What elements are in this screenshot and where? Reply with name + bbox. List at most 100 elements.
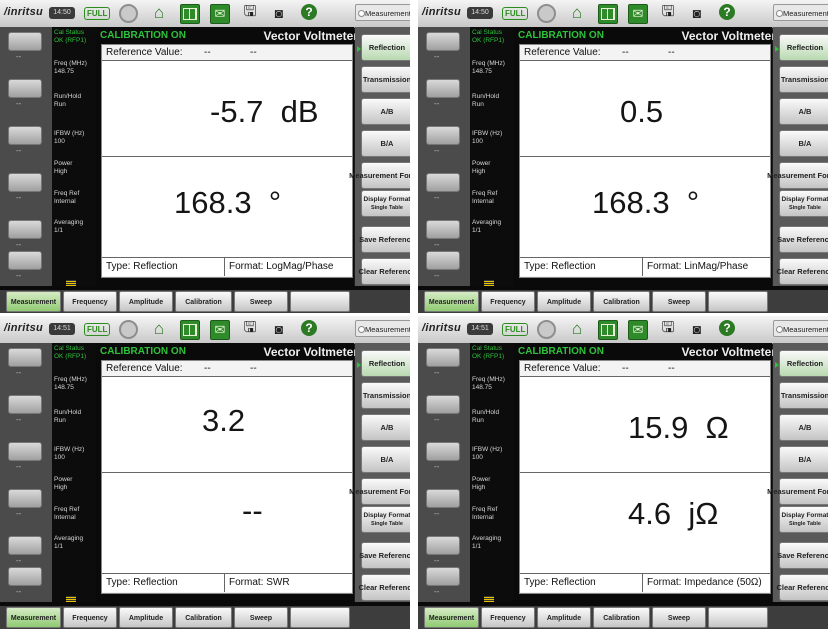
clear-reference-button[interactable]: Clear Reference (358, 574, 410, 601)
gps-globe-icon[interactable] (537, 320, 556, 339)
display-format-button[interactable]: Display Format Single Table (779, 506, 828, 533)
b-over-a-button[interactable]: B/A (361, 446, 410, 473)
measurement-menu-header[interactable]: Measurement (773, 320, 828, 337)
save-icon[interactable]: 🖫 (659, 3, 677, 22)
gps-globe-icon[interactable] (119, 320, 138, 339)
display-grid-icon[interactable] (598, 4, 618, 24)
left-softkey-2[interactable] (8, 395, 42, 414)
transmission-button[interactable]: Transmission (361, 66, 410, 93)
clear-reference-button[interactable]: Clear Reference (776, 258, 828, 285)
tab-frequency[interactable]: Frequency (481, 607, 535, 628)
left-softkey-4[interactable] (8, 489, 42, 508)
save-reference-button[interactable]: Save Reference (359, 226, 410, 253)
display-format-button[interactable]: Display Format Single Table (779, 190, 828, 217)
help-icon[interactable]: ? (719, 4, 735, 20)
a-over-b-button[interactable]: A/B (779, 98, 828, 125)
help-icon[interactable]: ? (301, 320, 317, 336)
camera-icon[interactable]: ◙ (270, 4, 288, 22)
measurement-format-button[interactable]: Measurement Format (767, 162, 828, 189)
help-icon[interactable]: ? (301, 4, 317, 20)
left-softkey-5[interactable] (426, 220, 460, 239)
left-softkey-3[interactable] (8, 442, 42, 461)
tab-calibration[interactable]: Calibration (175, 607, 232, 628)
a-over-b-button[interactable]: A/B (361, 414, 410, 441)
transmission-button[interactable]: Transmission (779, 66, 828, 93)
tab-empty[interactable] (290, 291, 350, 312)
tab-amplitude[interactable]: Amplitude (119, 291, 173, 312)
transmission-button[interactable]: Transmission (361, 382, 410, 409)
left-softkey-6[interactable] (8, 251, 42, 270)
measurement-menu-header[interactable]: Measurement (355, 4, 410, 21)
tab-measurement[interactable]: Measurement (424, 607, 479, 628)
home-icon[interactable]: ⌂ (568, 319, 586, 338)
tab-sweep[interactable]: Sweep (234, 291, 288, 312)
home-icon[interactable]: ⌂ (150, 3, 168, 22)
reflection-button[interactable]: Reflection (357, 350, 410, 377)
reflection-button[interactable]: Reflection (775, 350, 828, 377)
left-softkey-6[interactable] (426, 567, 460, 586)
measurement-format-button[interactable]: Measurement Format (349, 162, 410, 189)
camera-icon[interactable]: ◙ (688, 4, 706, 22)
clear-reference-button[interactable]: Clear Reference (776, 574, 828, 601)
display-grid-icon[interactable] (180, 4, 200, 24)
measurement-menu-header[interactable]: Measurement (355, 320, 410, 337)
tab-calibration[interactable]: Calibration (593, 607, 650, 628)
a-over-b-button[interactable]: A/B (361, 98, 410, 125)
save-icon[interactable]: 🖫 (241, 3, 259, 22)
b-over-a-button[interactable]: B/A (779, 446, 828, 473)
left-softkey-5[interactable] (8, 220, 42, 239)
save-icon[interactable]: 🖫 (659, 319, 677, 338)
tab-amplitude[interactable]: Amplitude (537, 607, 591, 628)
left-softkey-1[interactable] (426, 32, 460, 51)
tab-calibration[interactable]: Calibration (593, 291, 650, 312)
message-icon[interactable] (210, 320, 230, 340)
left-softkey-6[interactable] (426, 251, 460, 270)
b-over-a-button[interactable]: B/A (779, 130, 828, 157)
message-icon[interactable] (628, 4, 648, 24)
measurement-format-button[interactable]: Measurement Format (349, 478, 410, 505)
left-softkey-1[interactable] (426, 348, 460, 367)
left-softkey-3[interactable] (426, 442, 460, 461)
gps-globe-icon[interactable] (119, 4, 138, 23)
tab-calibration[interactable]: Calibration (175, 291, 232, 312)
home-icon[interactable]: ⌂ (568, 3, 586, 22)
gps-globe-icon[interactable] (537, 4, 556, 23)
message-icon[interactable] (210, 4, 230, 24)
measurement-menu-header[interactable]: Measurement (773, 4, 828, 21)
left-softkey-3[interactable] (8, 126, 42, 145)
save-reference-button[interactable]: Save Reference (777, 226, 828, 253)
left-softkey-1[interactable] (8, 32, 42, 51)
camera-icon[interactable]: ◙ (270, 320, 288, 338)
reflection-button[interactable]: Reflection (775, 34, 828, 61)
tab-sweep[interactable]: Sweep (652, 607, 706, 628)
tab-empty[interactable] (290, 607, 350, 628)
tab-amplitude[interactable]: Amplitude (119, 607, 173, 628)
tab-frequency[interactable]: Frequency (481, 291, 535, 312)
tab-measurement[interactable]: Measurement (6, 607, 61, 628)
save-reference-button[interactable]: Save Reference (359, 542, 410, 569)
tab-amplitude[interactable]: Amplitude (537, 291, 591, 312)
b-over-a-button[interactable]: B/A (361, 130, 410, 157)
tab-empty[interactable] (708, 291, 768, 312)
a-over-b-button[interactable]: A/B (779, 414, 828, 441)
tab-empty[interactable] (708, 607, 768, 628)
display-format-button[interactable]: Display Format Single Table (361, 506, 410, 533)
tab-frequency[interactable]: Frequency (63, 291, 117, 312)
camera-icon[interactable]: ◙ (688, 320, 706, 338)
left-softkey-2[interactable] (426, 395, 460, 414)
left-softkey-6[interactable] (8, 567, 42, 586)
clear-reference-button[interactable]: Clear Reference (358, 258, 410, 285)
left-softkey-5[interactable] (426, 536, 460, 555)
tab-measurement[interactable]: Measurement (6, 291, 61, 312)
left-softkey-2[interactable] (426, 79, 460, 98)
message-icon[interactable] (628, 320, 648, 340)
home-icon[interactable]: ⌂ (150, 319, 168, 338)
tab-measurement[interactable]: Measurement (424, 291, 479, 312)
transmission-button[interactable]: Transmission (779, 382, 828, 409)
left-softkey-4[interactable] (426, 489, 460, 508)
display-grid-icon[interactable] (180, 320, 200, 340)
left-softkey-3[interactable] (426, 126, 460, 145)
help-icon[interactable]: ? (719, 320, 735, 336)
reflection-button[interactable]: Reflection (357, 34, 410, 61)
left-softkey-4[interactable] (426, 173, 460, 192)
